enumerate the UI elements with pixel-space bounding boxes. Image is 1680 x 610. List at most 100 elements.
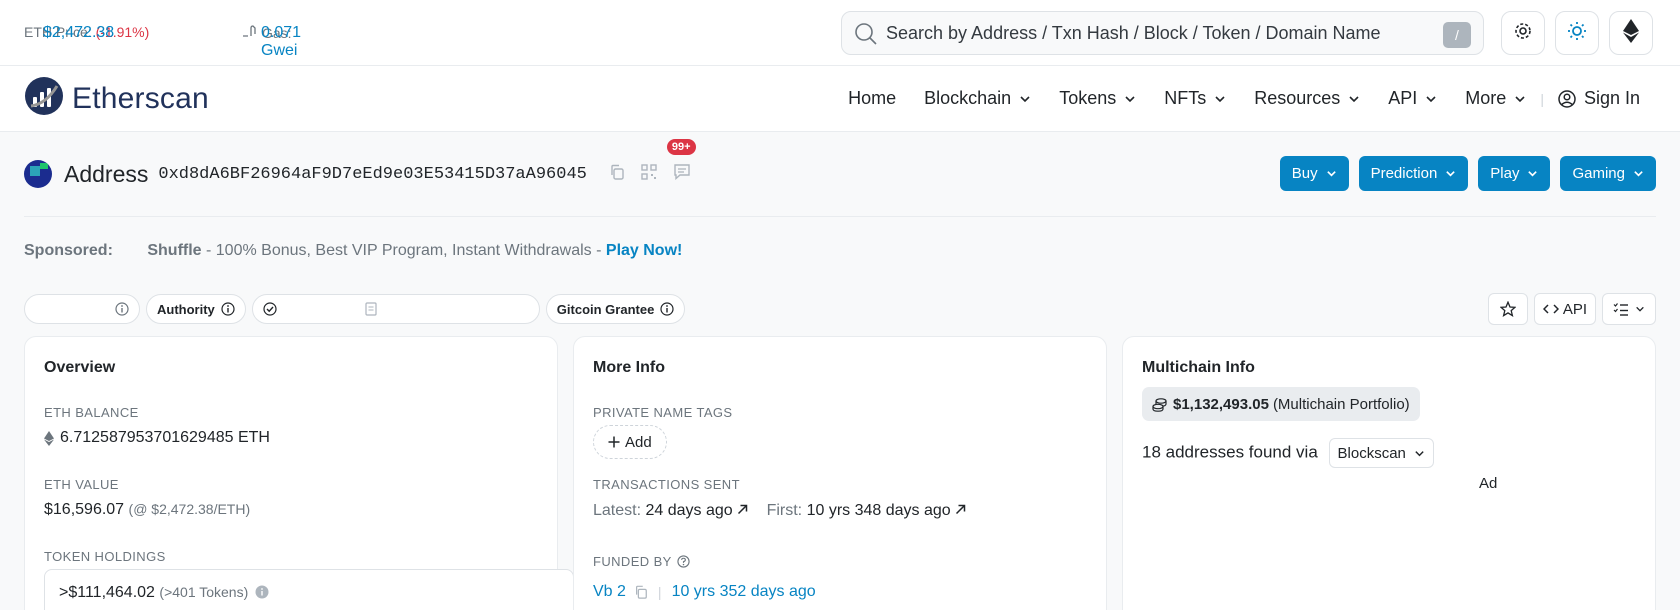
api-button[interactable]: API	[1533, 293, 1596, 325]
funded-by-link[interactable]: Vb 2	[593, 583, 626, 601]
gaming-button[interactable]: Gaming	[1560, 156, 1656, 191]
funded-by-age-link[interactable]: 10 yrs 352 days ago	[672, 583, 816, 601]
eth-balance-label: ETH BALANCE	[44, 405, 139, 420]
document-icon	[365, 302, 377, 316]
tag-authority[interactable]: Authority	[146, 294, 246, 324]
comments-icon[interactable]: 99+	[666, 139, 696, 185]
chevron-down-icon	[1215, 95, 1225, 102]
token-holdings-label: TOKEN HOLDINGS	[44, 549, 166, 564]
play-button[interactable]: Play	[1478, 156, 1551, 191]
buy-label: Buy	[1291, 165, 1318, 182]
more-info-card: More Info PRIVATE NAME TAGS Add TRANSACT…	[573, 336, 1107, 610]
chevron-down-icon	[1326, 171, 1336, 177]
address-actions: Buy Prediction Play Gaming	[1270, 156, 1656, 191]
tag-verified[interactable]	[251, 294, 540, 324]
more-options-button[interactable]	[1602, 293, 1656, 325]
add-button-label: Add	[625, 433, 652, 451]
chevron-down-icon	[1125, 95, 1135, 102]
coins-icon	[1152, 397, 1167, 412]
buy-button[interactable]: Buy	[1279, 156, 1349, 191]
info-icon	[660, 302, 674, 316]
blockscan-select-value: Blockscan	[1337, 444, 1406, 462]
copy-icon[interactable]	[634, 585, 648, 599]
eth-price: ETH Price: $2,472.38 (-1.91%)	[24, 24, 149, 42]
sponsored-label: Sponsored:	[24, 242, 113, 259]
portfolio-label: (Multichain Portfolio)	[1272, 395, 1410, 413]
comments-badge: 99+	[666, 139, 696, 155]
nav-api[interactable]: API	[1388, 88, 1437, 109]
sponsor-cta-link[interactable]: Play Now!	[606, 242, 682, 259]
sponsored-banner: Sponsored: Shuffle - 100% Bonus, Best VI…	[24, 242, 682, 260]
multichain-portfolio-link[interactable]: $1,132,493.05 (Multichain Portfolio)	[1142, 387, 1420, 421]
nav-resources[interactable]: Resources	[1254, 88, 1360, 109]
settings-button[interactable]	[1501, 11, 1545, 55]
etherscan-logo-icon	[24, 76, 64, 121]
nav-home-label: Home	[848, 88, 897, 108]
gear-icon	[1513, 21, 1533, 46]
add-private-tag-button[interactable]: Add	[593, 425, 667, 459]
portfolio-value: $1,132,493.05	[1173, 395, 1269, 413]
qr-code-icon[interactable]	[641, 163, 657, 185]
chevron-down-icon	[1426, 95, 1436, 102]
overview-card: Overview ETH BALANCE 6.71258795370162948…	[24, 336, 574, 610]
chevron-down-icon	[1515, 95, 1525, 102]
overview-title: Overview	[44, 359, 116, 376]
tag-gitcoin-grantee[interactable]: Gitcoin Grantee	[545, 294, 686, 324]
brand-name: Etherscan	[72, 81, 209, 115]
first-label: First:	[766, 502, 803, 519]
code-icon	[1542, 304, 1559, 314]
section-divider	[24, 216, 1656, 217]
chevron-down-icon	[1528, 171, 1538, 177]
prediction-label: Prediction	[1370, 165, 1438, 182]
nav-blockchain-label: Blockchain	[924, 88, 1012, 108]
token-holdings-dropdown[interactable]: >$111,464.02 (>401 Tokens)	[44, 569, 574, 610]
tag-empty[interactable]	[24, 294, 140, 324]
network-switch-button[interactable]	[1609, 11, 1653, 55]
first-tx-link[interactable]: 10 yrs 348 days ago	[807, 502, 967, 519]
nav-tokens[interactable]: Tokens	[1059, 88, 1136, 109]
eth-value-rate: (@ $2,472.38/ETH)	[128, 501, 251, 517]
multichain-title: Multichain Info	[1142, 359, 1255, 376]
funded-by-separator: |	[657, 584, 662, 600]
chevron-down-icon	[1634, 171, 1643, 177]
address-tags: Authority Gitcoin Grantee	[24, 294, 691, 324]
play-label: Play	[1490, 165, 1520, 182]
check-circle-icon	[263, 302, 277, 316]
chevron-down-icon	[1020, 95, 1030, 102]
sun-icon	[1567, 21, 1587, 46]
top-bar: ETH Price: $2,472.38 (-1.91%) Gas: 0.071…	[0, 0, 1680, 66]
sign-in-link[interactable]: Sign In	[1558, 88, 1640, 109]
eth-balance: 6.712587953701629485 ETH	[44, 429, 270, 447]
token-holdings-count: (>401 Tokens)	[159, 584, 249, 600]
gas-value[interactable]: 0.071 Gwei	[261, 24, 301, 60]
latest-tx-value: 24 days ago	[645, 502, 733, 519]
nav-more[interactable]: More	[1465, 88, 1526, 109]
eth-price-value[interactable]: $2,472.38	[43, 24, 114, 42]
theme-toggle-button[interactable]	[1555, 11, 1599, 55]
funded-by-label: FUNDED BY	[593, 554, 672, 569]
arrow-up-right-icon	[738, 504, 748, 515]
latest-tx-link[interactable]: 24 days ago	[645, 502, 748, 519]
info-icon	[115, 302, 129, 316]
info-icon	[255, 585, 269, 599]
search-input[interactable]	[886, 20, 1426, 46]
nav-nfts[interactable]: NFTs	[1164, 88, 1226, 109]
address-header: Address 0xd8dA6BF26964aF9D7eEd9e03E53415…	[24, 139, 707, 192]
eth-value-amount: $16,596.07	[44, 501, 125, 518]
nav-blockchain[interactable]: Blockchain	[924, 88, 1031, 109]
funded-by: Vb 2 | 10 yrs 352 days ago	[593, 583, 816, 601]
blockscan-select[interactable]: Blockscan	[1328, 438, 1434, 468]
nav-home[interactable]: Home	[848, 88, 896, 109]
copy-icon[interactable]	[609, 164, 625, 185]
etherscan-logo[interactable]: Etherscan	[24, 76, 209, 121]
gas-price: Gas: 0.071 Gwei	[242, 24, 301, 59]
nav-resources-label: Resources	[1254, 88, 1341, 108]
gas-pump-icon	[242, 24, 262, 41]
ethereum-icon	[1623, 18, 1639, 48]
token-holdings-value: >$111,464.02	[59, 584, 155, 601]
prediction-button[interactable]: Prediction	[1358, 156, 1469, 191]
funded-by-header: FUNDED BY	[593, 554, 690, 569]
favorite-button[interactable]	[1487, 293, 1528, 325]
sign-in-label: Sign In	[1583, 88, 1640, 108]
eth-value-label: ETH VALUE	[44, 477, 119, 492]
